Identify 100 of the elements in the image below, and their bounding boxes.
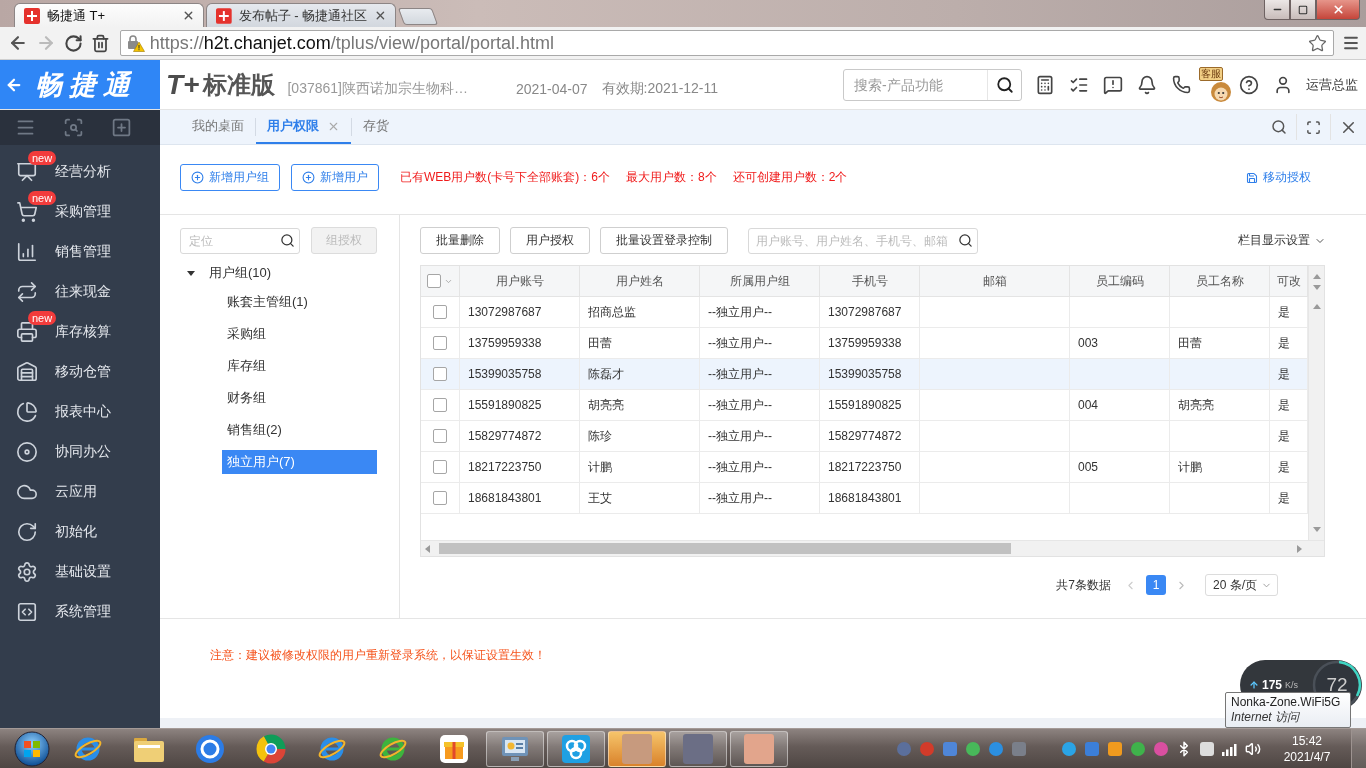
sidebar-item[interactable]: 销售管理: [0, 232, 160, 272]
horizontal-scrollbar[interactable]: [421, 540, 1324, 556]
taskbar-app-button[interactable]: [668, 730, 727, 767]
sidebar-item[interactable]: 采购管理 new: [0, 192, 160, 232]
new-tab-button[interactable]: [397, 8, 439, 25]
column-settings-button[interactable]: 栏目显示设置: [1238, 232, 1326, 249]
message-alert-icon[interactable]: [1103, 74, 1123, 95]
app-icon[interactable]: [1107, 740, 1123, 757]
sidebar-item[interactable]: 移动仓管: [0, 352, 160, 392]
taskbar-app-button[interactable]: [729, 730, 788, 767]
action-button[interactable]: 批量删除: [420, 227, 500, 254]
user-search-field[interactable]: 用户账号、用户姓名、手机号、邮箱: [748, 227, 978, 254]
table-row[interactable]: 13072987687 招商总监 --独立用户-- 13072987687 是: [421, 297, 1308, 328]
product-search-field[interactable]: 搜索-产品功能: [843, 68, 1022, 101]
scroll-up-icon[interactable]: [1312, 273, 1321, 279]
table-row[interactable]: 13759959338 田蕾 --独立用户-- 13759959338 003 田蕾 是: [421, 328, 1308, 359]
back-icon[interactable]: [8, 33, 28, 53]
show-desktop-button[interactable]: [1351, 728, 1366, 768]
scroll-down-icon[interactable]: [1312, 527, 1321, 532]
tree-item[interactable]: 账套主管组(1): [222, 290, 377, 314]
tree-item[interactable]: 销售组(2): [222, 418, 377, 442]
user-name[interactable]: 运营总监: [1306, 75, 1358, 94]
support-label[interactable]: 客服: [1199, 66, 1223, 81]
round-app-icon[interactable]: [194, 733, 225, 764]
sidebar-item[interactable]: 往来现金: [0, 272, 160, 312]
add-button[interactable]: 新增用户: [291, 164, 379, 191]
browser-tab[interactable]: 发布帖子 - 畅捷通社区: [206, 3, 396, 27]
monkey-mascot-icon[interactable]: [1210, 80, 1232, 103]
browser-icon[interactable]: [255, 733, 286, 764]
search-icon[interactable]: [957, 233, 973, 248]
row-checkbox[interactable]: [433, 460, 447, 474]
maximize-button[interactable]: [1290, 0, 1316, 20]
row-checkbox[interactable]: [433, 336, 447, 350]
page-size-select[interactable]: 20 条/页: [1205, 574, 1278, 596]
table-row[interactable]: 15829774872 陈珍 --独立用户-- 15829774872 是: [421, 421, 1308, 452]
page-tab[interactable]: 存货: [352, 110, 400, 144]
bookmark-star-icon[interactable]: [1308, 33, 1328, 53]
tree-item[interactable]: 库存组: [222, 354, 377, 378]
add-icon[interactable]: [111, 117, 132, 138]
clock[interactable]: 15:42 2021/4/7: [1276, 732, 1338, 765]
taskbar-app-button[interactable]: [607, 730, 666, 767]
help-icon[interactable]: [1239, 74, 1259, 95]
scrollbar-thumb[interactable]: [439, 543, 1011, 554]
row-checkbox[interactable]: [433, 429, 447, 443]
scroll-down-icon[interactable]: [1312, 284, 1321, 290]
fullscreen-icon[interactable]: [1306, 119, 1321, 135]
sidebar-item[interactable]: 协同办公: [0, 432, 160, 472]
locate-field[interactable]: 定位: [180, 227, 300, 254]
close-icon[interactable]: [374, 9, 387, 22]
mobile-auth-link[interactable]: 移动授权: [1246, 164, 1311, 191]
gift-box-icon[interactable]: [438, 733, 469, 764]
signal-icon[interactable]: [1222, 741, 1238, 756]
tree-item[interactable]: 采购组: [222, 322, 377, 346]
phone-icon[interactable]: [1171, 75, 1191, 94]
action-button[interactable]: 批量设置登录控制: [600, 227, 728, 254]
app-icon[interactable]: [1130, 740, 1146, 757]
speaker-icon[interactable]: [1245, 740, 1261, 757]
minimize-button[interactable]: [1264, 0, 1290, 20]
sidebar-item[interactable]: 经营分析 new: [0, 152, 160, 192]
row-checkbox[interactable]: [433, 305, 447, 319]
close-window-button[interactable]: [1316, 0, 1360, 20]
address-field[interactable]: https://h2t.chanjet.com/tplus/view/portal/portal.html: [119, 30, 1335, 56]
start-button[interactable]: [14, 730, 50, 767]
row-checkbox[interactable]: [433, 491, 447, 505]
close-icon[interactable]: [182, 9, 195, 22]
app-icon[interactable]: [1199, 740, 1215, 757]
app-icon[interactable]: [1061, 740, 1077, 757]
taskbar-app-button[interactable]: [485, 730, 544, 767]
search-icon[interactable]: [279, 233, 295, 248]
reload-icon[interactable]: [63, 33, 83, 53]
trash-icon[interactable]: [90, 33, 110, 53]
bell-icon[interactable]: [1137, 74, 1157, 95]
sidebar-item[interactable]: 库存核算 new: [0, 312, 160, 352]
browser-tab[interactable]: 畅捷通 T+: [14, 3, 204, 27]
table-row[interactable]: 15399035758 陈磊才 --独立用户-- 15399035758 是: [421, 359, 1308, 390]
tree-item[interactable]: 财务组: [222, 386, 377, 410]
user-icon[interactable]: [1273, 74, 1293, 95]
page-button[interactable]: 1: [1146, 575, 1166, 595]
scroll-up-icon[interactable]: [1312, 304, 1321, 309]
page-tab[interactable]: 我的桌面: [181, 110, 255, 144]
table-row[interactable]: 18217223750 计鹏 --独立用户-- 18217223750 005 计鹏 是: [421, 452, 1308, 483]
sidebar-item[interactable]: 系统管理: [0, 592, 160, 632]
scroll-right-icon[interactable]: [1297, 544, 1302, 553]
search-icon[interactable]: [995, 75, 1014, 94]
sidebar-item[interactable]: 基础设置: [0, 552, 160, 592]
select-all-checkbox[interactable]: [427, 274, 441, 288]
search-icon[interactable]: [1271, 119, 1287, 135]
sidebar-item[interactable]: 云应用: [0, 472, 160, 512]
menu-icon[interactable]: [1342, 34, 1360, 52]
taskbar-app-button[interactable]: [546, 730, 605, 767]
add-button[interactable]: 新增用户组: [180, 164, 280, 191]
calculator-icon[interactable]: [1035, 74, 1055, 95]
vertical-scrollbar[interactable]: [1308, 266, 1324, 540]
tree-item[interactable]: 用户组(10): [180, 261, 377, 285]
action-button[interactable]: 用户授权: [510, 227, 590, 254]
caret-icon[interactable]: [187, 269, 195, 277]
table-row[interactable]: 15591890825 胡亮亮 --独立用户-- 15591890825 004 胡亮亮 是: [421, 390, 1308, 421]
sidebar-item[interactable]: 初始化: [0, 512, 160, 552]
sidebar-item[interactable]: 报表中心: [0, 392, 160, 432]
row-checkbox[interactable]: [433, 398, 447, 412]
